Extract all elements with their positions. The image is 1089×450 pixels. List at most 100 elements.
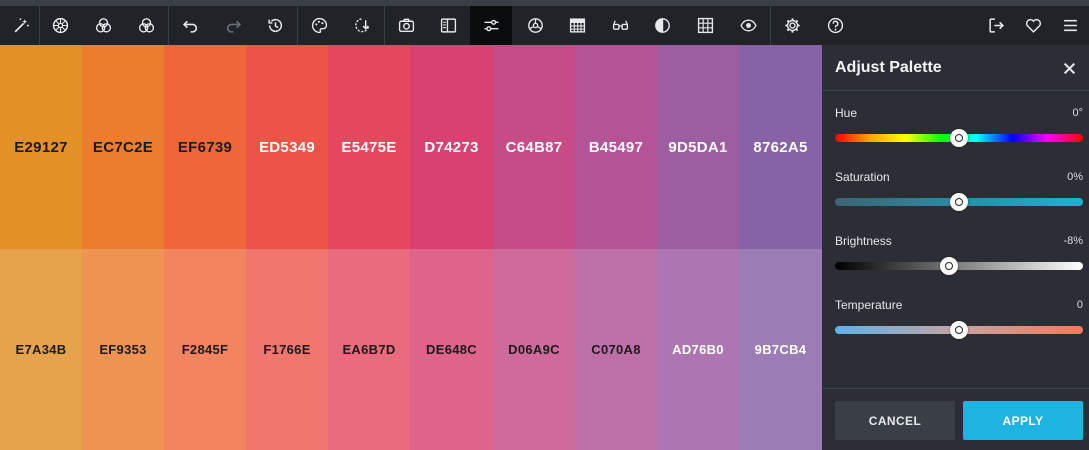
swatch-hex-label: EC7C2E <box>92 138 154 156</box>
top-row-swatch[interactable]: EC7C2E <box>82 45 164 249</box>
panel-title: Adjust Palette <box>835 59 942 76</box>
help-button[interactable] <box>814 6 856 45</box>
brightness-label: Brightness <box>835 234 892 248</box>
bottom-row-swatch[interactable]: E7A34B <box>0 249 82 450</box>
settings-icon <box>784 18 800 33</box>
bottom-row-swatch[interactable]: AD76B0 <box>657 249 739 450</box>
top-row-swatch[interactable]: E5475E <box>328 45 410 249</box>
temperature-label: Temperature <box>835 298 903 312</box>
color-wheel-icon <box>52 17 68 34</box>
grid-button[interactable] <box>684 6 726 45</box>
apply-button[interactable]: APPLY <box>963 401 1083 440</box>
saturation-slider-thumb[interactable] <box>950 193 968 211</box>
shades-button[interactable] <box>125 6 167 45</box>
hue-slider-thumb[interactable] <box>950 129 968 147</box>
palette-icon <box>311 17 327 34</box>
top-row-swatch[interactable]: B45497 <box>575 45 657 249</box>
undo-icon <box>182 20 197 33</box>
swatch-hex-label: E29127 <box>14 138 68 156</box>
color-blend-icon <box>95 18 111 33</box>
heart-button[interactable] <box>1012 6 1054 45</box>
toolbar <box>0 6 1089 45</box>
palette-button[interactable] <box>298 6 340 45</box>
swatch-hex-label: DE648C <box>426 342 477 357</box>
top-row-swatch[interactable]: 8762A5 <box>739 45 822 249</box>
brightness-value: -8% <box>1063 235 1083 247</box>
contrast-button[interactable] <box>514 6 556 45</box>
bottom-row-swatch[interactable]: DE648C <box>410 249 493 450</box>
brightness-slider[interactable] <box>835 262 1083 270</box>
contrast-icon <box>527 18 543 33</box>
swatch-hex-label: 8762A5 <box>753 138 808 156</box>
eye-button[interactable] <box>727 6 769 45</box>
view-icon <box>440 18 456 33</box>
bottom-row-swatch[interactable]: F2845F <box>164 249 246 450</box>
color-picker-button[interactable] <box>341 6 383 45</box>
color-blend-button[interactable] <box>82 6 124 45</box>
close-button[interactable] <box>1058 57 1080 79</box>
settings-button[interactable] <box>771 6 813 45</box>
undo-button[interactable] <box>169 6 211 45</box>
swatch-hex-label: EF6739 <box>177 138 233 156</box>
heart-icon <box>1025 18 1041 33</box>
bottom-row-swatch[interactable]: EA6B7D <box>328 249 410 450</box>
export-button[interactable] <box>975 6 1017 45</box>
grid-icon <box>697 17 713 34</box>
half-circle-button[interactable] <box>641 6 683 45</box>
swatch-hex-label: 9D5DA1 <box>668 138 728 156</box>
saturation-label: Saturation <box>835 170 890 184</box>
adjust-button[interactable] <box>470 6 512 45</box>
palette-grid: E29127 EC7C2E EF6739 ED5349 E5475E D74273 C64B… <box>0 45 822 450</box>
table-icon <box>569 18 585 33</box>
menu-button[interactable] <box>1049 6 1089 45</box>
top-row-swatch[interactable]: 9D5DA1 <box>657 45 739 249</box>
help-icon <box>827 17 843 34</box>
cancel-button[interactable]: CANCEL <box>835 401 955 440</box>
hue-value: 0° <box>1072 107 1083 119</box>
swatch-hex-label: B45497 <box>588 138 644 156</box>
glasses-icon <box>612 20 628 30</box>
half-circle-icon <box>654 18 670 33</box>
color-wheel-button[interactable] <box>39 6 81 45</box>
swatch-hex-label: 9B7CB4 <box>754 342 807 357</box>
camera-icon <box>398 18 414 33</box>
bottom-row-swatch[interactable]: D06A9C <box>493 249 575 450</box>
view-button[interactable] <box>427 6 469 45</box>
swatch-hex-label: C070A8 <box>591 342 641 357</box>
bottom-row-swatch[interactable]: 9B7CB4 <box>739 249 822 450</box>
hue-label: Hue <box>835 106 858 120</box>
top-row-swatch[interactable]: EF6739 <box>164 45 246 249</box>
saturation-value: 0% <box>1067 171 1083 183</box>
swatch-hex-label: D06A9C <box>508 342 560 357</box>
top-row-swatch[interactable]: D74273 <box>410 45 493 249</box>
magic-wand-button[interactable] <box>0 6 42 45</box>
swatch-hex-label: E7A34B <box>15 342 67 357</box>
bottom-row-swatch[interactable]: F1766E <box>246 249 328 450</box>
top-row-swatch[interactable]: E29127 <box>0 45 82 249</box>
history-icon <box>267 18 282 33</box>
swatch-hex-label: EA6B7D <box>342 342 396 357</box>
swatch-hex-label: AD76B0 <box>672 342 724 357</box>
color-picker-icon <box>354 18 369 33</box>
swatch-hex-label: C64B87 <box>505 138 563 156</box>
camera-button[interactable] <box>385 6 427 45</box>
top-row-swatch[interactable]: ED5349 <box>246 45 328 249</box>
swatch-hex-label: ED5349 <box>258 138 315 156</box>
magic-wand-icon <box>14 18 29 33</box>
table-button[interactable] <box>556 6 598 45</box>
swatch-hex-label: D74273 <box>424 138 479 156</box>
export-icon <box>988 18 1004 33</box>
temperature-value: 0 <box>1076 299 1083 311</box>
bottom-row-swatch[interactable]: EF9353 <box>82 249 164 450</box>
glasses-button[interactable] <box>599 6 641 45</box>
redo-button[interactable] <box>212 6 254 45</box>
temperature-slider-thumb[interactable] <box>950 321 968 339</box>
menu-icon <box>1063 19 1077 32</box>
top-row-swatch[interactable]: C64B87 <box>493 45 575 249</box>
history-button[interactable] <box>254 6 296 45</box>
swatch-hex-label: F2845F <box>181 342 229 357</box>
swatch-hex-label: EF9353 <box>99 342 147 357</box>
brightness-slider-thumb[interactable] <box>940 257 959 275</box>
eye-icon <box>739 19 757 32</box>
bottom-row-swatch[interactable]: C070A8 <box>575 249 657 450</box>
